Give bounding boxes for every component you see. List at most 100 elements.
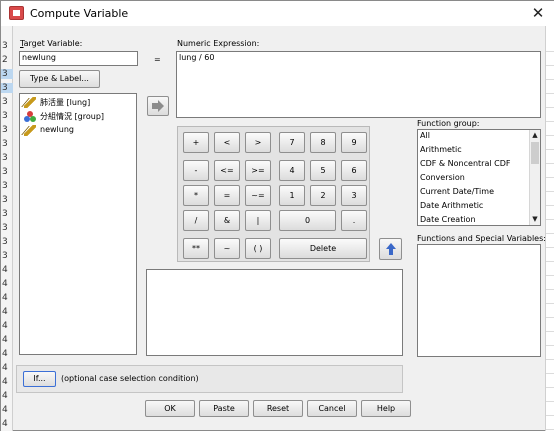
keypad-key[interactable]: +: [183, 132, 209, 153]
background-row-numbers: 3 2 3 3 3 3 3 3 3 3 3 3 3 3 3 3 4 4 4 4 4 4 4 4 4 4 4 4: [1, 1, 13, 431]
keypad-key[interactable]: ~: [214, 238, 240, 259]
reset-button[interactable]: Reset: [253, 400, 303, 417]
if-button[interactable]: If...: [23, 371, 56, 387]
keypad-key[interactable]: >: [245, 132, 271, 153]
keypad-key[interactable]: ~=: [245, 185, 271, 206]
keypad-key[interactable]: 1: [279, 185, 305, 206]
keypad-key[interactable]: 2: [310, 185, 336, 206]
background-row-number: 4: [2, 279, 8, 289]
arrow-up-icon: [385, 243, 396, 255]
variable-label: 肺活量 [lung]: [40, 98, 91, 107]
function-group-item[interactable]: CDF & Noncentral CDF: [420, 159, 510, 173]
target-variable-input[interactable]: newlung: [19, 51, 138, 66]
paste-button[interactable]: Paste: [199, 400, 249, 417]
keypad-key[interactable]: 7: [279, 132, 305, 153]
keypad-key[interactable]: =: [214, 185, 240, 206]
function-description-panel: [146, 269, 403, 356]
function-group-item[interactable]: Date Creation: [420, 215, 476, 225]
cancel-button[interactable]: Cancel: [307, 400, 357, 417]
keypad-key[interactable]: 4: [279, 160, 305, 181]
help-button-text: Help: [376, 404, 396, 413]
background-row-number: 2: [2, 55, 8, 65]
keypad-key[interactable]: <: [214, 132, 240, 153]
keypad-key[interactable]: 6: [341, 160, 367, 181]
grid-line: [546, 359, 554, 360]
background-row-number: 3: [2, 167, 8, 177]
function-group-item[interactable]: Date Arithmetic: [420, 201, 483, 215]
functions-special-label: Functions and Special Variables:: [417, 234, 546, 243]
grid-line: [546, 261, 554, 262]
grid-line: [546, 317, 554, 318]
background-row-number: 3: [2, 153, 8, 163]
window-title: Compute Variable: [30, 7, 129, 20]
grid-line: [546, 401, 554, 402]
variable-list[interactable]: 肺活量 [lung] 分組情況 [group] newlung: [19, 93, 137, 355]
type-label-button[interactable]: Type & Label...: [19, 70, 100, 88]
background-row-number: 3: [2, 181, 8, 191]
keypad-key[interactable]: .: [341, 210, 367, 231]
reset-button-text: Reset: [266, 404, 290, 413]
scroll-thumb[interactable]: [531, 142, 539, 164]
numeric-expression-input[interactable]: lung / 60: [176, 51, 541, 118]
grid-line: [546, 247, 554, 248]
function-group-item[interactable]: Arithmetic: [420, 145, 462, 159]
grid-line: [546, 191, 554, 192]
keypad-key[interactable]: *: [183, 185, 209, 206]
spss-app-icon: [9, 6, 24, 20]
background-row-number: 4: [2, 419, 8, 429]
compute-variable-dialog: 3233333333333333444444444444 Compute Var…: [0, 0, 554, 431]
move-to-expression-button[interactable]: [147, 96, 169, 116]
keypad-key[interactable]: /: [183, 210, 209, 231]
nominal-group-icon: [24, 111, 36, 122]
background-row-number: 4: [2, 363, 8, 373]
function-group-item[interactable]: Current Date/Time: [420, 187, 494, 201]
background-row-number: 3: [2, 251, 8, 261]
background-row-number: 4: [2, 405, 8, 415]
keypad-key[interactable]: Delete: [279, 238, 367, 259]
grid-line: [546, 331, 554, 332]
background-row-number: 3: [2, 223, 8, 233]
keypad-key[interactable]: 3: [341, 185, 367, 206]
help-button[interactable]: Help: [361, 400, 411, 417]
ok-button[interactable]: OK: [145, 400, 195, 417]
arrow-right-icon: [152, 100, 164, 112]
target-variable-label-rest: arget Variable:: [23, 39, 83, 48]
grid-line: [546, 149, 554, 150]
grid-line: [546, 233, 554, 234]
function-group-list[interactable]: All Arithmetic CDF & Noncentral CDF Convers…: [417, 129, 541, 226]
close-icon[interactable]: ✕: [523, 2, 553, 24]
keypad-key[interactable]: -: [183, 160, 209, 181]
keypad-key[interactable]: |: [245, 210, 271, 231]
keypad-key[interactable]: <=: [214, 160, 240, 181]
keypad-key[interactable]: 8: [310, 132, 336, 153]
scroll-up-icon[interactable]: ▲: [530, 130, 540, 141]
background-row-number: 3: [2, 125, 8, 135]
grid-line: [546, 107, 554, 108]
scroll-down-icon[interactable]: ▼: [530, 214, 540, 225]
function-group-scrollbar[interactable]: ▲ ▼: [529, 130, 540, 225]
grid-line: [546, 373, 554, 374]
background-grid: [545, 1, 554, 431]
grid-line: [546, 219, 554, 220]
keypad-key[interactable]: **: [183, 238, 209, 259]
function-group-item[interactable]: All: [420, 131, 430, 145]
keypad-key[interactable]: &: [214, 210, 240, 231]
paste-button-text: Paste: [213, 404, 235, 413]
background-row-number: 4: [2, 335, 8, 345]
keypad-key[interactable]: 9: [341, 132, 367, 153]
grid-line: [546, 93, 554, 94]
background-row-number: 3: [2, 237, 8, 247]
background-row-number: 4: [2, 377, 8, 387]
keypad-key[interactable]: ( ): [245, 238, 271, 259]
keypad-key[interactable]: 5: [310, 160, 336, 181]
grid-line: [546, 345, 554, 346]
insert-function-button[interactable]: [379, 238, 402, 260]
grid-line: [546, 79, 554, 80]
function-group-item[interactable]: Conversion: [420, 173, 465, 187]
keypad-key[interactable]: 0: [279, 210, 336, 231]
grid-line: [546, 415, 554, 416]
calculator-keypad: + < >7 8 9 - <= >= 4 5 6 * = ~= 1 2 3 /& | 0. ** ~( ) Delete: [177, 126, 370, 262]
grid-line: [546, 205, 554, 206]
keypad-key[interactable]: >=: [245, 160, 271, 181]
functions-special-list[interactable]: [417, 244, 541, 357]
